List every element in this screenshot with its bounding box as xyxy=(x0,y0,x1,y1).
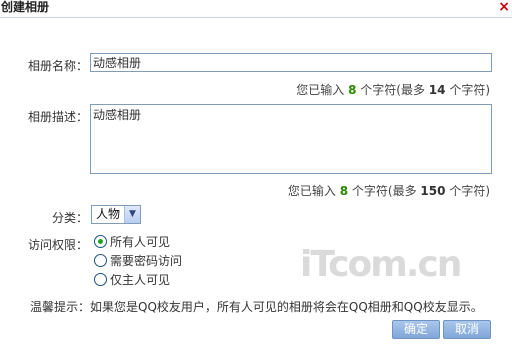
access-option-label: 所有人可见 xyxy=(110,235,171,249)
counter-count: 8 xyxy=(348,83,357,97)
watermark-logo: iTcom.cn xyxy=(300,244,462,285)
album-name-input[interactable] xyxy=(90,53,492,72)
category-label: 分类： xyxy=(52,211,89,225)
radio-button[interactable] xyxy=(94,273,107,286)
tip-label: 温馨提示： xyxy=(30,300,91,314)
access-option-label: 需要密码访问 xyxy=(110,254,183,268)
access-label: 访问权限： xyxy=(28,238,89,252)
counter-prefix: 您已输入 xyxy=(287,184,336,198)
access-option-public[interactable]: 所有人可见 xyxy=(94,234,170,250)
cancel-button[interactable]: 取消 xyxy=(443,320,491,339)
album-name-counter: 您已输入 8 个字符(最多 14 个字符) xyxy=(296,81,490,98)
counter-max: 150 xyxy=(420,184,446,198)
category-selected-value: 人物 xyxy=(96,207,121,221)
category-select[interactable]: 人物 ▼ xyxy=(91,205,141,224)
counter-middle: 个字符(最多 xyxy=(351,184,417,198)
confirm-button[interactable]: 确定 xyxy=(392,320,440,339)
tip-text: 温馨提示：如果您是QQ校友用户，所有人可见的相册将会在QQ相册和QQ校友显示。 xyxy=(30,298,483,315)
close-icon[interactable]: × xyxy=(498,0,510,15)
dialog-title: 创建相册 xyxy=(1,0,50,14)
counter-middle: 个字符(最多 xyxy=(360,83,425,97)
album-name-label: 相册名称： xyxy=(28,59,89,73)
counter-max: 14 xyxy=(428,83,446,97)
counter-prefix: 您已输入 xyxy=(296,83,345,97)
counter-suffix: 个字符) xyxy=(449,83,490,97)
chevron-down-icon[interactable]: ▼ xyxy=(124,206,140,223)
radio-button-checked[interactable] xyxy=(94,235,107,248)
album-desc-label: 相册描述： xyxy=(28,110,89,124)
album-desc-textarea[interactable]: 动感相册 xyxy=(90,104,492,174)
album-desc-counter: 您已输入 8 个字符(最多 150 个字符) xyxy=(288,182,490,199)
radio-button[interactable] xyxy=(94,254,107,267)
create-album-dialog: 创建相册 × 相册名称： 您已输入 8 个字符(最多 14 个字符) 相册描述：… xyxy=(0,0,512,345)
access-option-owner-only[interactable]: 仅主人可见 xyxy=(94,272,170,288)
counter-suffix: 个字符) xyxy=(449,184,490,198)
access-option-label: 仅主人可见 xyxy=(110,273,171,287)
tip-content: 如果您是QQ校友用户，所有人可见的相册将会在QQ相册和QQ校友显示。 xyxy=(90,300,483,314)
access-option-password[interactable]: 需要密码访问 xyxy=(94,253,182,269)
dialog-titlebar: 创建相册 × xyxy=(0,0,512,18)
counter-count: 8 xyxy=(339,184,349,198)
